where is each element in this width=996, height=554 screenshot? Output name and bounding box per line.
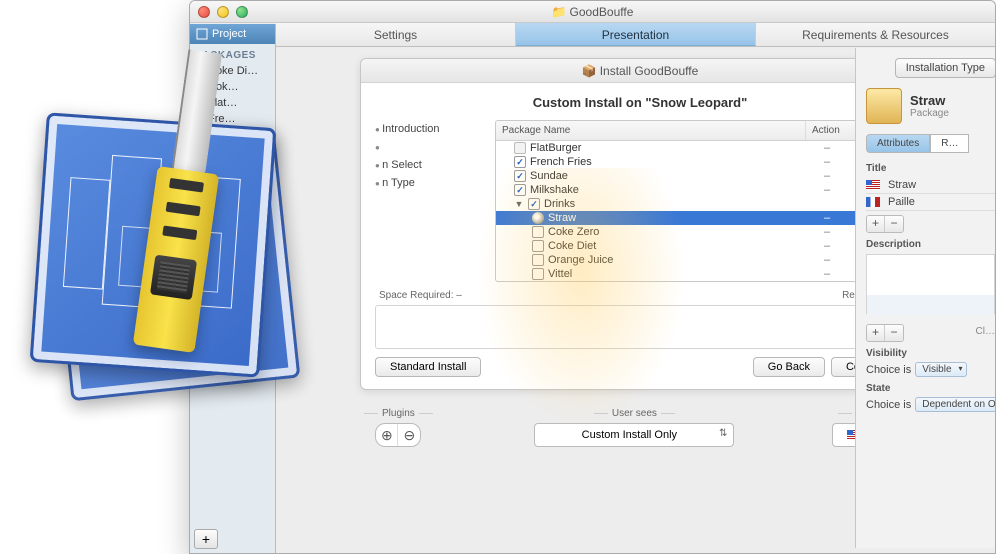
table-row[interactable]: FlatBurger – <box>496 141 904 155</box>
state-select[interactable]: Dependent on Oth… <box>915 397 995 412</box>
installer-title: 📦Install GoodBouffe <box>361 59 919 83</box>
minus-icon: − <box>885 325 903 341</box>
tab-settings[interactable]: Settings <box>276 23 516 46</box>
checkbox[interactable] <box>514 142 526 154</box>
titlebar: 📁GoodBouffe <box>190 1 995 23</box>
tab-presentation[interactable]: Presentation <box>516 23 756 46</box>
plugins-stepper[interactable]: ⊕⊖ <box>375 423 421 447</box>
tab-other[interactable]: R… <box>930 134 969 153</box>
description-editor[interactable] <box>866 254 995 314</box>
state-label: State <box>866 383 995 394</box>
window-title: 📁GoodBouffe <box>190 5 995 19</box>
locale-row[interactable]: Straw <box>866 177 995 194</box>
minus-icon: − <box>885 216 903 232</box>
locale-stepper[interactable]: +− <box>866 215 904 233</box>
plus-icon: + <box>867 325 885 341</box>
usersees-select[interactable]: Custom Install Only <box>534 423 734 447</box>
main-tabs: Settings Presentation Requirements & Res… <box>276 23 995 47</box>
title-label: Title <box>866 163 995 174</box>
installer-steps: Introduction n Select n Type <box>375 120 485 282</box>
package-name: French Fries <box>530 156 592 168</box>
close-icon[interactable] <box>198 6 210 18</box>
installation-type-button[interactable]: Installation Type <box>895 58 995 78</box>
minimize-icon[interactable] <box>217 6 229 18</box>
plugins-label: Plugins <box>360 408 437 419</box>
action-cell: – <box>798 240 856 252</box>
package-icon: 📦 <box>582 64 597 78</box>
background-art <box>476 168 686 428</box>
action-cell: – <box>798 184 856 196</box>
tab-attributes[interactable]: Attributes <box>866 134 930 153</box>
zoom-icon[interactable] <box>236 6 248 18</box>
usersees-label: User sees <box>451 408 818 419</box>
action-cell: – <box>798 156 856 168</box>
table-row[interactable]: French Fries – <box>496 155 904 169</box>
visibility-select[interactable]: Visible <box>915 362 966 377</box>
checkbox[interactable] <box>514 156 526 168</box>
sidebar-header[interactable]: Project <box>190 24 275 44</box>
main-content: 📦Install GoodBouffe Custom Install on "S… <box>276 48 936 548</box>
project-icon <box>196 28 208 40</box>
selection-name: Straw <box>910 93 949 108</box>
selection-kind: Package <box>910 108 949 119</box>
flag-us-icon <box>866 180 880 190</box>
toolbar: Plugins ⊕⊖ User sees Custom Install Only… <box>360 408 926 447</box>
main-window: 📁GoodBouffe Project PACKAGES Coke Di… Co… <box>189 0 996 554</box>
plus-icon: + <box>867 216 885 232</box>
inspector-panel: Installation Type Straw Package Attribut… <box>855 48 995 548</box>
description-label: Description <box>866 239 995 250</box>
minus-icon: ⊖ <box>398 424 420 446</box>
clear-button[interactable]: Cl… <box>976 326 995 337</box>
flag-fr-icon <box>866 197 880 207</box>
visibility-label: Visibility <box>866 348 995 359</box>
action-cell: – <box>798 226 856 238</box>
package-icon <box>866 88 902 124</box>
hero-artwork <box>28 110 308 420</box>
tab-requirements[interactable]: Requirements & Resources <box>756 23 995 46</box>
action-cell: – <box>798 212 856 224</box>
locale-row[interactable]: Paille <box>866 194 995 211</box>
action-cell: – <box>798 142 856 154</box>
action-cell: – <box>798 268 856 280</box>
go-back-button[interactable]: Go Back <box>753 357 825 377</box>
col-name[interactable]: Package Name <box>496 121 806 140</box>
installer-heading: Custom Install on "Snow Leopard" <box>375 95 905 110</box>
standard-install-button[interactable]: Standard Install <box>375 357 481 377</box>
plus-icon: ⊕ <box>376 424 398 446</box>
action-cell: – <box>798 254 856 266</box>
add-button[interactable]: + <box>194 529 218 549</box>
package-name: FlatBurger <box>530 142 581 154</box>
action-cell: – <box>798 170 856 182</box>
description-stepper[interactable]: +− <box>866 324 904 342</box>
